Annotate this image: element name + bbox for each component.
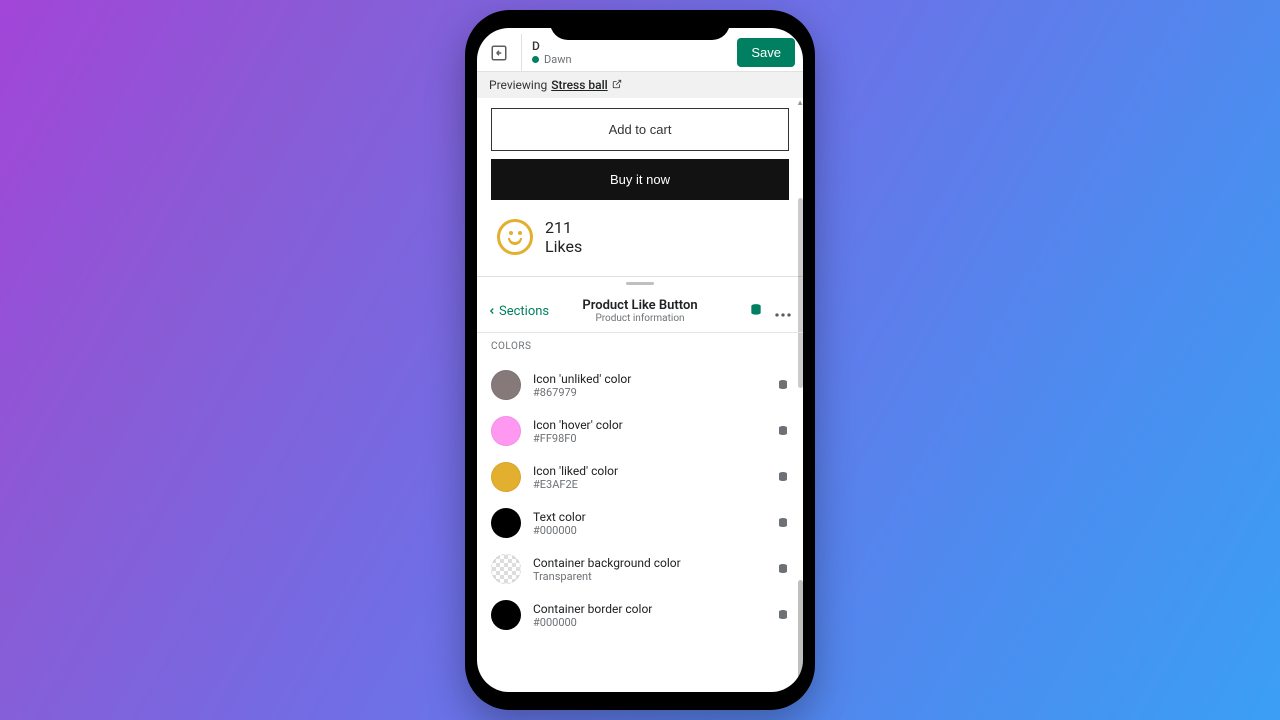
database-icon[interactable]	[777, 514, 789, 533]
color-swatch	[491, 600, 521, 630]
color-value: #000000	[533, 524, 765, 537]
color-row[interactable]: Container background colorTransparent	[491, 546, 789, 592]
likes-count: 211	[545, 218, 582, 237]
save-button[interactable]: Save	[737, 38, 795, 67]
color-info: Container background colorTransparent	[533, 556, 765, 583]
color-swatch	[491, 554, 521, 584]
color-value: #000000	[533, 616, 765, 629]
color-label: Container background color	[533, 556, 765, 570]
color-row[interactable]: Text color#000000	[491, 500, 789, 546]
color-label: Icon 'liked' color	[533, 464, 765, 478]
database-icon[interactable]	[777, 468, 789, 487]
color-info: Text color#000000	[533, 510, 765, 537]
database-icon[interactable]	[749, 302, 763, 321]
database-icon[interactable]	[777, 422, 789, 441]
theme-name: Dawn	[544, 53, 572, 66]
color-info: Icon 'liked' color#E3AF2E	[533, 464, 765, 491]
color-value: Transparent	[533, 570, 765, 583]
database-icon[interactable]	[777, 606, 789, 625]
color-label: Container border color	[533, 602, 765, 616]
smiley-icon	[497, 219, 533, 255]
likes-widget[interactable]: 211 Likes	[491, 200, 789, 266]
color-value: #E3AF2E	[533, 478, 765, 491]
add-to-cart-button[interactable]: Add to cart	[491, 108, 789, 151]
colors-heading: COLORS	[491, 341, 789, 352]
external-link-icon[interactable]	[612, 78, 622, 92]
screen: D Dawn Save Previewing Stress ball	[477, 28, 803, 692]
color-label: Text color	[533, 510, 765, 524]
color-info: Icon 'unliked' color#867979	[533, 372, 765, 399]
color-row[interactable]: Icon 'liked' color#E3AF2E	[491, 454, 789, 500]
color-label: Icon 'hover' color	[533, 418, 765, 432]
scroll-arrow-up-icon[interactable]: ▲	[796, 98, 803, 107]
color-swatch	[491, 370, 521, 400]
product-link[interactable]: Stress ball	[551, 78, 607, 92]
previewing-label: Previewing	[489, 78, 547, 92]
likes-text: 211 Likes	[545, 218, 582, 256]
color-value: #867979	[533, 386, 765, 399]
color-row[interactable]: Icon 'unliked' color#867979	[491, 362, 789, 408]
preview-area: ▲ Add to cart Buy it now 211 Likes	[477, 98, 803, 276]
panel-header: Sections Product Like Button Product inf…	[477, 290, 803, 333]
color-swatch	[491, 462, 521, 492]
panel-drag-handle[interactable]	[477, 276, 803, 290]
database-icon[interactable]	[777, 376, 789, 395]
phone-frame: D Dawn Save Previewing Stress ball	[465, 10, 815, 710]
panel-actions	[749, 302, 791, 321]
color-row[interactable]: Icon 'hover' color#FF98F0	[491, 408, 789, 454]
sections-back-button[interactable]: Sections	[487, 304, 549, 319]
color-swatch	[491, 508, 521, 538]
exit-icon[interactable]	[477, 44, 521, 62]
color-row[interactable]: Container border color#000000	[491, 592, 789, 638]
preview-bar: Previewing Stress ball	[477, 72, 803, 98]
scrollbar-thumb-panel[interactable]	[798, 580, 803, 680]
chevron-left-icon	[487, 306, 497, 316]
likes-label: Likes	[545, 237, 582, 256]
color-info: Container border color#000000	[533, 602, 765, 629]
buy-now-button[interactable]: Buy it now	[491, 159, 789, 200]
phone-notch	[550, 10, 730, 40]
color-label: Icon 'unliked' color	[533, 372, 765, 386]
database-icon[interactable]	[777, 560, 789, 579]
color-info: Icon 'hover' color#FF98F0	[533, 418, 765, 445]
color-swatch	[491, 416, 521, 446]
title-text: D	[532, 39, 719, 53]
color-value: #FF98F0	[533, 432, 765, 445]
colors-section: COLORS Icon 'unliked' color#867979Icon '…	[477, 333, 803, 692]
more-icon[interactable]	[775, 302, 791, 321]
status-dot-icon	[532, 56, 539, 63]
